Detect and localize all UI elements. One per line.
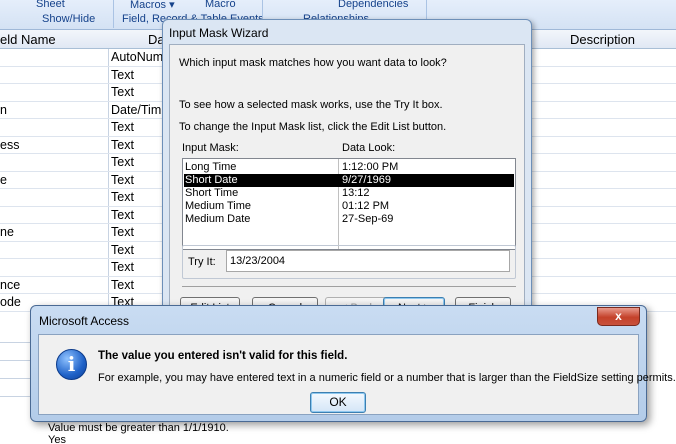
validation-text-value[interactable]: Value must be greater than 1/1/1910.: [48, 422, 229, 434]
dialog-heading: The value you entered isn't valid for th…: [98, 350, 348, 362]
wizard-question: Which input mask matches how you want da…: [179, 57, 447, 69]
wizard-client: Which input mask matches how you want da…: [169, 44, 525, 334]
information-icon: i: [56, 349, 87, 380]
list-item[interactable]: Short Time 13:12: [184, 187, 514, 200]
ribbon-sheet-button[interactable]: Sheet: [36, 0, 65, 10]
wizard-title: Input Mask Wizard: [169, 26, 269, 40]
input-mask-wizard: Input Mask Wizard Which input mask match…: [162, 19, 532, 334]
input-mask-column-label: Input Mask:: [182, 142, 239, 154]
ok-button[interactable]: OK: [310, 392, 366, 413]
list-item-selected[interactable]: Short Date 9/27/1969: [184, 174, 514, 187]
list-item[interactable]: Medium Date 27-Sep-69: [184, 213, 514, 226]
input-mask-list[interactable]: Long Time 1:12:00 PM Short Date 9/27/1969 …: [182, 158, 516, 250]
list-item[interactable]: Long Time 1:12:00 PM: [184, 161, 514, 174]
wizard-divider: [182, 286, 516, 287]
ribbon-macros-button[interactable]: Macros ▾: [130, 0, 175, 11]
ribbon-separator: [113, 0, 114, 28]
close-icon[interactable]: x: [597, 307, 640, 326]
dialog-client: i The value you entered isn't valid for …: [38, 334, 676, 415]
field-name-header[interactable]: eld Name: [0, 32, 56, 47]
data-look-column-label: Data Look:: [342, 142, 396, 154]
wizard-edit-hint: To change the Input Mask list, click the…: [179, 121, 447, 133]
ribbon-group-show-hide: Show/Hide: [42, 13, 96, 25]
try-it-label: Try It:: [188, 256, 216, 268]
dialog-title: Microsoft Access: [39, 314, 130, 328]
list-item[interactable]: Medium Time 01:12 PM: [184, 200, 514, 213]
description-header[interactable]: Description: [570, 32, 635, 47]
dialog-message: For example, you may have entered text i…: [98, 372, 676, 384]
error-dialog: Microsoft Access x i The value you enter…: [30, 305, 676, 422]
required-value[interactable]: Yes: [48, 434, 66, 444]
ribbon-macro-button[interactable]: Macro: [205, 0, 236, 10]
wizard-try-hint: To see how a selected mask works, use th…: [179, 99, 443, 111]
ribbon-dependencies-button[interactable]: Dependencies: [338, 0, 408, 10]
try-it-input[interactable]: 13/23/2004: [226, 250, 510, 272]
